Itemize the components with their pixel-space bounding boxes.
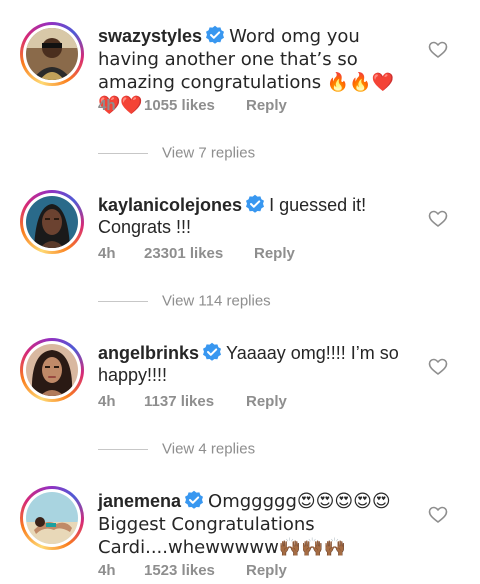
view-replies-label: View 7 replies xyxy=(162,144,256,162)
username[interactable]: angelbrinks xyxy=(98,343,199,363)
verified-badge-icon xyxy=(206,25,225,44)
verified-badge-icon xyxy=(203,342,222,361)
likes-count[interactable]: 1137 likes xyxy=(144,393,246,410)
avatar[interactable] xyxy=(20,486,84,550)
likes-count[interactable]: 1523 likes xyxy=(144,562,246,579)
heart-outline-icon[interactable] xyxy=(428,505,448,525)
comment-time: 4h xyxy=(98,393,116,410)
comment-time: 4h xyxy=(98,245,116,262)
heart-outline-icon[interactable] xyxy=(428,357,448,377)
avatar[interactable] xyxy=(20,338,84,402)
comment-time: 4h xyxy=(98,562,116,579)
username[interactable]: swazystyles xyxy=(98,26,202,46)
divider xyxy=(98,300,148,302)
divider xyxy=(98,152,148,154)
username[interactable]: kaylanicolejones xyxy=(98,195,242,215)
view-replies-label: View 4 replies xyxy=(162,440,256,458)
view-replies-button[interactable]: View 114 replies xyxy=(98,292,271,310)
reply-button[interactable]: Reply xyxy=(254,245,295,262)
avatar[interactable] xyxy=(20,22,84,86)
view-replies-button[interactable]: View 4 replies xyxy=(98,440,255,458)
divider xyxy=(98,448,148,450)
likes-count[interactable]: 1055 likes xyxy=(144,97,246,114)
heart-outline-icon[interactable] xyxy=(428,40,448,60)
username[interactable]: janemena xyxy=(98,491,181,511)
reply-button[interactable]: Reply xyxy=(246,562,287,579)
verified-badge-icon xyxy=(246,194,265,213)
view-replies-label: View 114 replies xyxy=(162,292,271,310)
comment-time: 4h xyxy=(98,97,116,114)
avatar[interactable] xyxy=(20,190,84,254)
heart-outline-icon[interactable] xyxy=(428,209,448,229)
reply-button[interactable]: Reply xyxy=(246,97,287,114)
reply-button[interactable]: Reply xyxy=(246,393,287,410)
verified-badge-icon xyxy=(185,490,204,509)
view-replies-button[interactable]: View 7 replies xyxy=(98,144,255,162)
likes-count[interactable]: 23301 likes xyxy=(144,245,254,262)
